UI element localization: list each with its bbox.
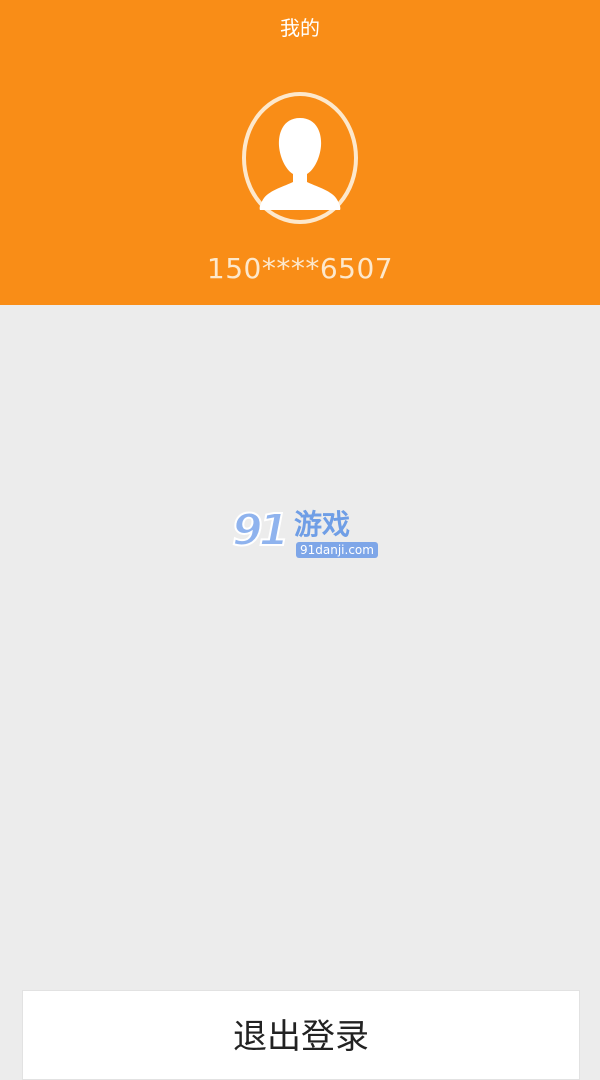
user-phone: 150****6507 (206, 252, 394, 285)
watermark-logo: 91 游戏 91danji.com (231, 505, 378, 562)
page-title: 我的 (280, 16, 320, 40)
avatar[interactable] (240, 90, 360, 226)
watermark-domain: 91danji.com (296, 542, 378, 558)
user-silhouette-icon (242, 92, 358, 224)
watermark-number: 91 (231, 505, 290, 557)
profile-header: 我的 150****6507 (0, 0, 600, 305)
logout-label: 退出登录 (233, 1017, 369, 1057)
watermark-text: 游戏 (294, 508, 351, 541)
